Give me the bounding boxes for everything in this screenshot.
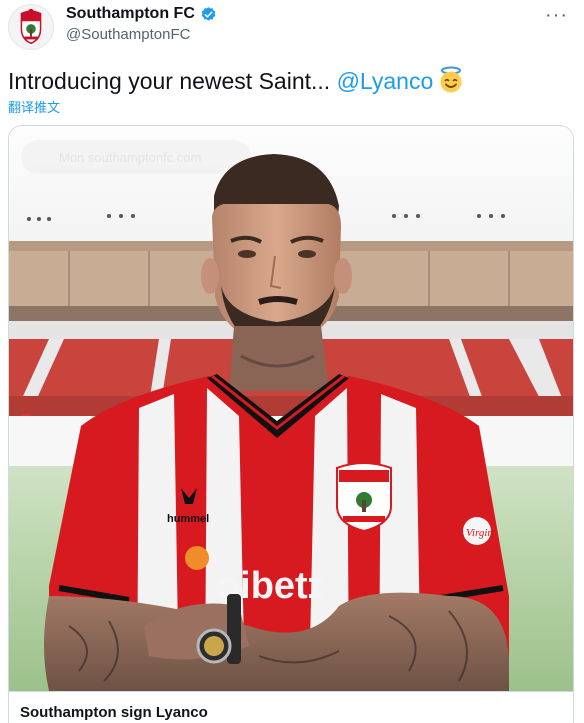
verified-badge-icon [200, 6, 217, 23]
name-row: Southampton FC [66, 5, 217, 23]
svg-text:hummel: hummel [167, 513, 209, 525]
smiling-face-with-halo-icon [437, 66, 465, 94]
card-title[interactable]: Southampton sign Lyanco [20, 704, 208, 721]
club-crest-badge [336, 462, 392, 533]
card-separator [9, 691, 573, 692]
tweet-text: Introducing your newest Saint... @Lyanco [8, 66, 465, 95]
video-overlay-text: Mon southamptonfc.com [59, 150, 201, 165]
video-thumbnail[interactable]: Mon southamptonfc.com hummel ɔibetɪ Virg… [9, 126, 573, 691]
link-card[interactable]: Mon southamptonfc.com hummel ɔibetɪ Virg… [8, 125, 574, 723]
ellipsis-icon[interactable]: ··· [545, 4, 568, 27]
tweet-header: Southampton FC @SouthamptonFC ··· [0, 0, 584, 60]
account-handle[interactable]: @SouthamptonFC [66, 26, 190, 43]
display-name[interactable]: Southampton FC [66, 5, 195, 23]
southampton-crest-icon[interactable] [8, 4, 54, 50]
mention-link[interactable]: @Lyanco [337, 68, 434, 94]
translate-tweet-link[interactable]: 翻译推文 [8, 97, 60, 116]
tweet-text-body: Introducing your newest Saint... [8, 68, 337, 94]
svg-text:Virgin: Virgin [466, 527, 493, 539]
